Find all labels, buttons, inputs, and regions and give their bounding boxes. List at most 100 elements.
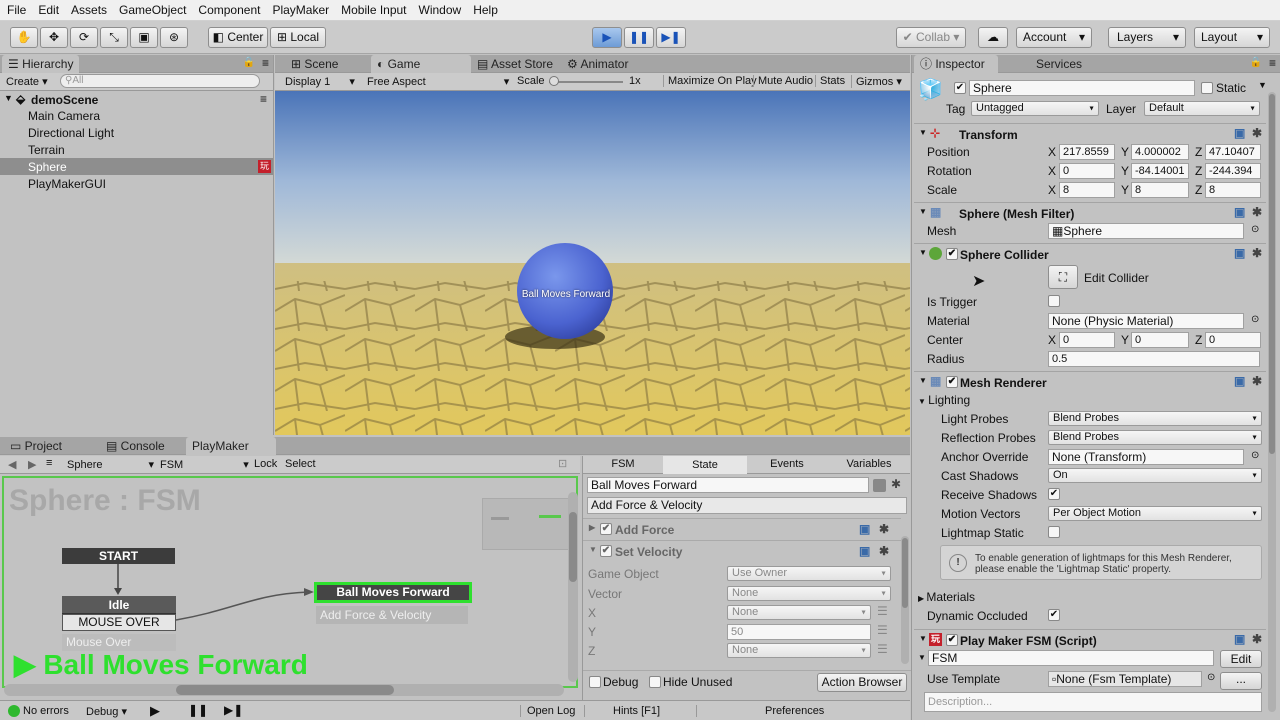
tab-scene[interactable]: ⊞ Scene — [285, 55, 344, 73]
help-icon[interactable]: ▣ — [859, 544, 870, 558]
debug-checkbox[interactable] — [589, 676, 601, 688]
center-y-field[interactable]: 0 — [1131, 332, 1189, 348]
material-field[interactable]: None (Physic Material) — [1048, 313, 1244, 329]
pivot-local-button[interactable]: ⊞ Local — [270, 27, 326, 48]
hints-button[interactable]: Hints [F1] — [584, 705, 696, 717]
help-icon[interactable]: ▣ — [859, 522, 870, 536]
expand-arrow-icon[interactable]: ▼ — [4, 93, 13, 103]
account-dropdown[interactable]: Account ▾ — [1016, 27, 1092, 48]
position-y-field[interactable]: 4.000002 — [1131, 144, 1189, 160]
hierarchy-item-sphere-row[interactable]: Sphere 玩 — [0, 158, 273, 175]
hierarchy-item-playmakergui[interactable]: PlayMakerGUI — [28, 177, 106, 191]
action-enabled-checkbox[interactable]: ✔ — [600, 545, 612, 557]
tag-dropdown[interactable]: Untagged — [971, 101, 1099, 116]
move-tool-icon[interactable]: ✥ — [40, 27, 68, 48]
step-button[interactable]: ▶❚ — [656, 27, 686, 48]
state-description-field[interactable]: Add Force & Velocity — [587, 497, 907, 514]
expand-arrow-icon[interactable]: ▼ — [919, 207, 927, 216]
hide-unused-checkbox[interactable] — [649, 676, 661, 688]
forward-arrow-icon[interactable]: ▶ — [28, 458, 36, 471]
debug-dropdown[interactable]: Debug ▾ — [86, 705, 127, 718]
receive-shadows-checkbox[interactable]: ✔ — [1048, 488, 1060, 500]
expand-arrow-icon[interactable]: ▼ — [919, 128, 927, 137]
tab-state[interactable]: State — [663, 456, 747, 474]
lightmap-static-checkbox[interactable] — [1048, 526, 1060, 538]
menu-help[interactable]: Help — [466, 0, 503, 17]
mute-audio-toggle[interactable]: Mute Audio — [753, 75, 813, 87]
scale-tool-icon[interactable]: ⤡ — [100, 27, 128, 48]
radius-field[interactable]: 0.5 — [1048, 351, 1260, 367]
variable-toggle-icon[interactable]: ☰ — [877, 642, 888, 656]
stats-toggle[interactable]: Stats — [815, 75, 845, 87]
tab-asset-store[interactable]: ▤ Asset Store — [471, 55, 559, 73]
action-browser-button[interactable]: Action Browser — [817, 673, 907, 692]
position-x-field[interactable]: 217.8559 — [1059, 144, 1115, 160]
hierarchy-item-directional-light[interactable]: Directional Light — [28, 126, 114, 140]
rect-tool-icon[interactable]: ▣ — [130, 27, 158, 48]
tab-services[interactable]: Services — [1030, 55, 1088, 73]
panel-menu-icon[interactable]: ≡ — [1269, 56, 1276, 70]
pause-button[interactable]: ❚❚ — [624, 27, 654, 48]
pause-icon[interactable]: ❚❚ — [188, 703, 208, 717]
edit-collider-button[interactable]: ⛶ — [1048, 265, 1078, 289]
tab-game[interactable]: ◐ Game — [371, 55, 471, 73]
object-picker-icon[interactable]: ⊙ — [1251, 314, 1259, 325]
gear-icon[interactable]: ✱ — [1252, 205, 1262, 219]
scene-row[interactable]: ▼ ⬙ demoScene ≡ — [0, 91, 273, 109]
static-checkbox[interactable] — [1201, 82, 1213, 94]
aspect-dropdown[interactable]: Free Aspect ▾ — [367, 75, 509, 88]
lock-icon[interactable]: 🔒 — [1250, 57, 1262, 68]
mesh-filter-header[interactable]: ▼ ▦ Sphere (Mesh Filter) ▣ ✱ — [914, 202, 1266, 222]
reflection-probes-dropdown[interactable]: Blend Probes — [1048, 430, 1262, 445]
menu-file[interactable]: File — [0, 0, 31, 17]
ball-moves-forward-state-node[interactable]: Ball Moves Forward — [314, 582, 472, 603]
action-enabled-checkbox[interactable]: ✔ — [600, 523, 612, 535]
renderer-enabled-checkbox[interactable]: ✔ — [946, 376, 958, 388]
cloud-icon[interactable]: ☁ — [978, 27, 1008, 48]
tab-playmaker[interactable]: PlayMaker — [186, 437, 276, 455]
expand-arrow-icon[interactable]: ▼ — [918, 653, 926, 662]
tab-animator[interactable]: ⚙ Animator — [561, 55, 634, 73]
hand-tool-icon[interactable]: ✋ — [10, 27, 38, 48]
fsm-vertical-scrollbar[interactable] — [568, 492, 578, 682]
is-trigger-checkbox[interactable] — [1048, 295, 1060, 307]
list-icon[interactable]: ≡ — [46, 457, 52, 469]
fsm-horizontal-scrollbar[interactable] — [4, 684, 564, 696]
static-dropdown-icon[interactable]: ▼ — [1258, 80, 1267, 90]
sphere-collider-header[interactable]: ▼ ✔ Sphere Collider ▣ ✱ — [914, 243, 1266, 263]
template-more-button[interactable]: ... — [1220, 672, 1262, 690]
rotation-z-field[interactable]: -244.394 — [1205, 163, 1261, 179]
hierarchy-item-main-camera[interactable]: Main Camera — [28, 109, 100, 123]
variable-toggle-icon[interactable]: ☰ — [877, 623, 888, 637]
state-color-swatch[interactable] — [873, 479, 886, 492]
scale-y-field[interactable]: 8 — [1131, 182, 1189, 198]
gear-icon[interactable]: ✱ — [1252, 126, 1262, 140]
vector-dropdown[interactable]: None — [727, 586, 891, 601]
object-picker-icon[interactable]: ⊙ — [1251, 224, 1259, 235]
z-dropdown[interactable]: None — [727, 643, 871, 658]
variable-toggle-icon[interactable]: ☰ — [877, 604, 888, 618]
lock-button[interactable]: Lock — [254, 458, 277, 470]
layout-dropdown[interactable]: Layout ▾ — [1194, 27, 1270, 48]
gear-icon[interactable]: ✱ — [891, 477, 901, 491]
light-probes-dropdown[interactable]: Blend Probes — [1048, 411, 1262, 426]
active-checkbox[interactable]: ✔ — [954, 82, 966, 94]
menu-component[interactable]: Component — [191, 0, 265, 17]
menu-edit[interactable]: Edit — [31, 0, 64, 17]
motion-vectors-dropdown[interactable]: Per Object Motion — [1048, 506, 1262, 521]
layers-dropdown[interactable]: Layers ▾ — [1108, 27, 1186, 48]
center-z-field[interactable]: 0 — [1205, 332, 1261, 348]
fsm-vertical-thumb[interactable] — [569, 512, 577, 582]
menu-mobile-input[interactable]: Mobile Input — [334, 0, 411, 17]
fsm-name-field[interactable]: FSM — [928, 650, 1214, 666]
maximize-on-play-toggle[interactable]: Maximize On Play — [663, 75, 757, 87]
fsm-dropdown[interactable]: FSM ▾ — [160, 458, 249, 471]
scale-slider[interactable] — [549, 81, 623, 83]
rotation-y-field[interactable]: -84.14001 — [1131, 163, 1189, 179]
scene-menu-icon[interactable]: ≡ — [260, 92, 267, 106]
open-log-button[interactable]: Open Log — [520, 705, 575, 717]
state-name-field[interactable]: Ball Moves Forward — [587, 477, 869, 493]
play-button[interactable]: ▶ — [592, 27, 622, 48]
inspector-scrollbar-thumb[interactable] — [1269, 94, 1275, 454]
gear-icon[interactable]: ✱ — [879, 544, 889, 558]
